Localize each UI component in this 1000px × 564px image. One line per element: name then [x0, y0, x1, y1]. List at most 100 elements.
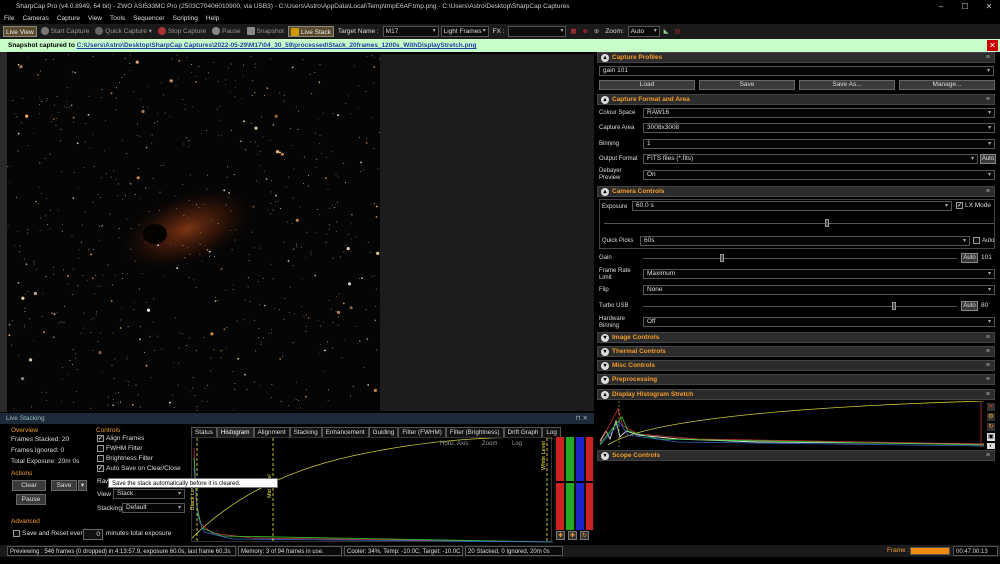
scope-controls-header[interactable]: ▾ Scope Controls ≡	[597, 450, 995, 461]
blue-meter[interactable]	[576, 437, 584, 530]
contrast-icon[interactable]: ◐	[987, 443, 995, 449]
tab-enhancement[interactable]: Enhancement	[321, 427, 369, 437]
zoom-select[interactable]: Auto	[627, 26, 660, 37]
crosshair-icon[interactable]: ⊗	[581, 26, 590, 37]
camera-controls-header[interactable]: ▴ Camera Controls ≡	[597, 186, 995, 197]
panel-close-icon[interactable]: ⊓ ✕	[576, 413, 588, 424]
quick-auto-checkbox[interactable]: Auto	[973, 236, 994, 246]
histogram-stretch-header[interactable]: ▴ Display Histogram Stretch ≡	[597, 389, 995, 400]
binning-select[interactable]: 1	[643, 139, 995, 149]
exposure-input[interactable]: 60.0 s	[632, 201, 952, 211]
gain-auto-button[interactable]: Auto	[961, 253, 978, 263]
histogram-icon[interactable]: ◣	[662, 26, 671, 37]
auto-save-checkbox[interactable]: ✓ Auto Save on Clear/Close	[97, 465, 181, 472]
frame-type-select[interactable]: Light Frames	[440, 26, 489, 37]
refresh-tool-icon[interactable]: ↻	[580, 531, 589, 540]
preprocessing-header[interactable]: ▾ Preprocessing ≡	[597, 374, 995, 385]
brightness-filter-checkbox[interactable]: Brightness Filter	[97, 455, 153, 462]
misc-controls-header[interactable]: ▾ Misc Controls ≡	[597, 360, 995, 371]
horiz-axis-label[interactable]: Horiz. Axis:	[440, 441, 470, 447]
tab-log[interactable]: Log	[542, 427, 561, 437]
tab-histogram[interactable]: Histogram	[216, 427, 254, 437]
pause-button[interactable]: Pause	[210, 26, 242, 37]
gain-slider-thumb[interactable]	[719, 254, 724, 262]
menu-scripting[interactable]: Scripting	[169, 13, 202, 24]
lock-icon[interactable]: ▣	[987, 433, 995, 441]
fwhm-filter-checkbox[interactable]: FWHM Filter	[97, 445, 142, 452]
preview-image[interactable]	[7, 54, 380, 411]
fx-select[interactable]	[508, 26, 567, 37]
menu-capture[interactable]: Capture	[53, 13, 84, 24]
zoom-tool-icon[interactable]: ✚	[568, 531, 577, 540]
tab-filter-brightness[interactable]: Filter (Brightness)	[445, 427, 504, 437]
menu-icon[interactable]: ≡	[986, 347, 990, 357]
manage-profile-button[interactable]: Manage...	[899, 80, 995, 90]
menu-icon[interactable]: ≡	[986, 390, 990, 400]
target-icon[interactable]: ◎	[673, 26, 683, 37]
reticle-icon[interactable]: ⊕	[592, 26, 601, 37]
capture-area-select[interactable]: 3008x3008	[643, 123, 995, 133]
snapshot-close-button[interactable]: ✕	[987, 40, 998, 51]
tab-drift-graph[interactable]: Drift Graph	[503, 427, 543, 437]
turbo-auto-button[interactable]: Auto	[961, 301, 978, 311]
snapshot-path-link[interactable]: C:\Users\Astro\Desktop\SharpCap Captures…	[77, 42, 477, 49]
menu-icon[interactable]: ≡	[986, 53, 990, 63]
output-auto-button[interactable]: Auto	[980, 154, 996, 164]
pause-stack-button[interactable]: Pause	[16, 494, 46, 505]
menu-file[interactable]: File	[0, 13, 18, 24]
menu-icon[interactable]: ≡	[986, 187, 990, 197]
reset-icon[interactable]: ✕	[987, 403, 995, 411]
crosshair-tool-icon[interactable]: ✚	[556, 531, 565, 540]
menu-help[interactable]: Help	[202, 13, 223, 24]
tab-status[interactable]: Status	[191, 427, 217, 437]
exposure-slider[interactable]	[604, 223, 994, 224]
profile-select[interactable]: gain 101	[599, 66, 994, 76]
tab-alignment[interactable]: Alignment	[253, 427, 290, 437]
refresh-icon[interactable]: ↻	[987, 423, 995, 431]
minimize-button[interactable]: –	[930, 0, 952, 13]
menu-icon[interactable]: ≡	[986, 361, 990, 371]
live-stack-button[interactable]: Live Stack	[287, 26, 334, 37]
snapshot-button[interactable]: Snapshot	[245, 26, 286, 37]
maximize-button[interactable]: ☐	[954, 0, 976, 13]
turbo-usb-slider-thumb[interactable]	[892, 302, 897, 310]
save-dropdown-button[interactable]: ▾	[78, 480, 87, 491]
lum-meter[interactable]	[586, 437, 593, 530]
stop-capture-button[interactable]: Stop Capture	[156, 26, 208, 37]
hw-binning-select[interactable]: Off	[643, 317, 995, 327]
red-meter[interactable]	[556, 437, 564, 530]
save-reset-checkbox[interactable]: Save and Reset every	[13, 530, 86, 537]
view-select[interactable]: Stack	[113, 489, 185, 499]
lx-mode-checkbox[interactable]: ✓ LX Mode	[956, 201, 991, 211]
quick-picks-select[interactable]: 60s	[640, 236, 970, 246]
menu-sequencer[interactable]: Sequencer	[129, 13, 168, 24]
capture-format-header[interactable]: ▴ Capture Format and Area ≡	[597, 94, 995, 105]
output-format-select[interactable]: FITS files (*.fits)	[643, 154, 978, 164]
save-reset-input[interactable]: 0	[83, 529, 103, 540]
log-toggle[interactable]: Log	[512, 441, 522, 447]
auto-stretch-icon[interactable]: ⚙	[987, 413, 995, 421]
display-histogram[interactable]	[598, 401, 984, 447]
turbo-usb-value[interactable]: 80	[981, 301, 988, 311]
thermal-controls-header[interactable]: ▾ Thermal Controls ≡	[597, 346, 995, 357]
frame-rate-select[interactable]: Maximum	[643, 269, 995, 279]
menu-icon[interactable]: ≡	[986, 451, 990, 461]
menu-icon[interactable]: ≡	[986, 375, 990, 385]
stack-histogram[interactable]: Horiz. Axis: Zoom Log Black Level Mid Le…	[190, 436, 554, 543]
quick-capture-button[interactable]: Quick Capture ▾	[93, 26, 154, 37]
save-as-profile-button[interactable]: Save As...	[799, 80, 895, 90]
save-button[interactable]: Save	[51, 480, 77, 491]
grid-icon[interactable]: ▦	[568, 26, 578, 37]
menu-tools[interactable]: Tools	[106, 13, 129, 24]
gain-value[interactable]: 101	[981, 253, 992, 263]
tab-guiding[interactable]: Guiding	[368, 427, 399, 437]
menu-view[interactable]: View	[84, 13, 106, 24]
menu-cameras[interactable]: Cameras	[18, 13, 52, 24]
green-meter[interactable]	[566, 437, 574, 530]
menu-icon[interactable]: ≡	[986, 333, 990, 343]
tab-stacking[interactable]: Stacking	[289, 427, 322, 437]
flip-select[interactable]: None	[643, 285, 995, 295]
debayer-select[interactable]: On	[643, 170, 995, 180]
colour-space-select[interactable]: RAW16	[643, 108, 995, 118]
clear-button[interactable]: Clear	[12, 480, 46, 491]
